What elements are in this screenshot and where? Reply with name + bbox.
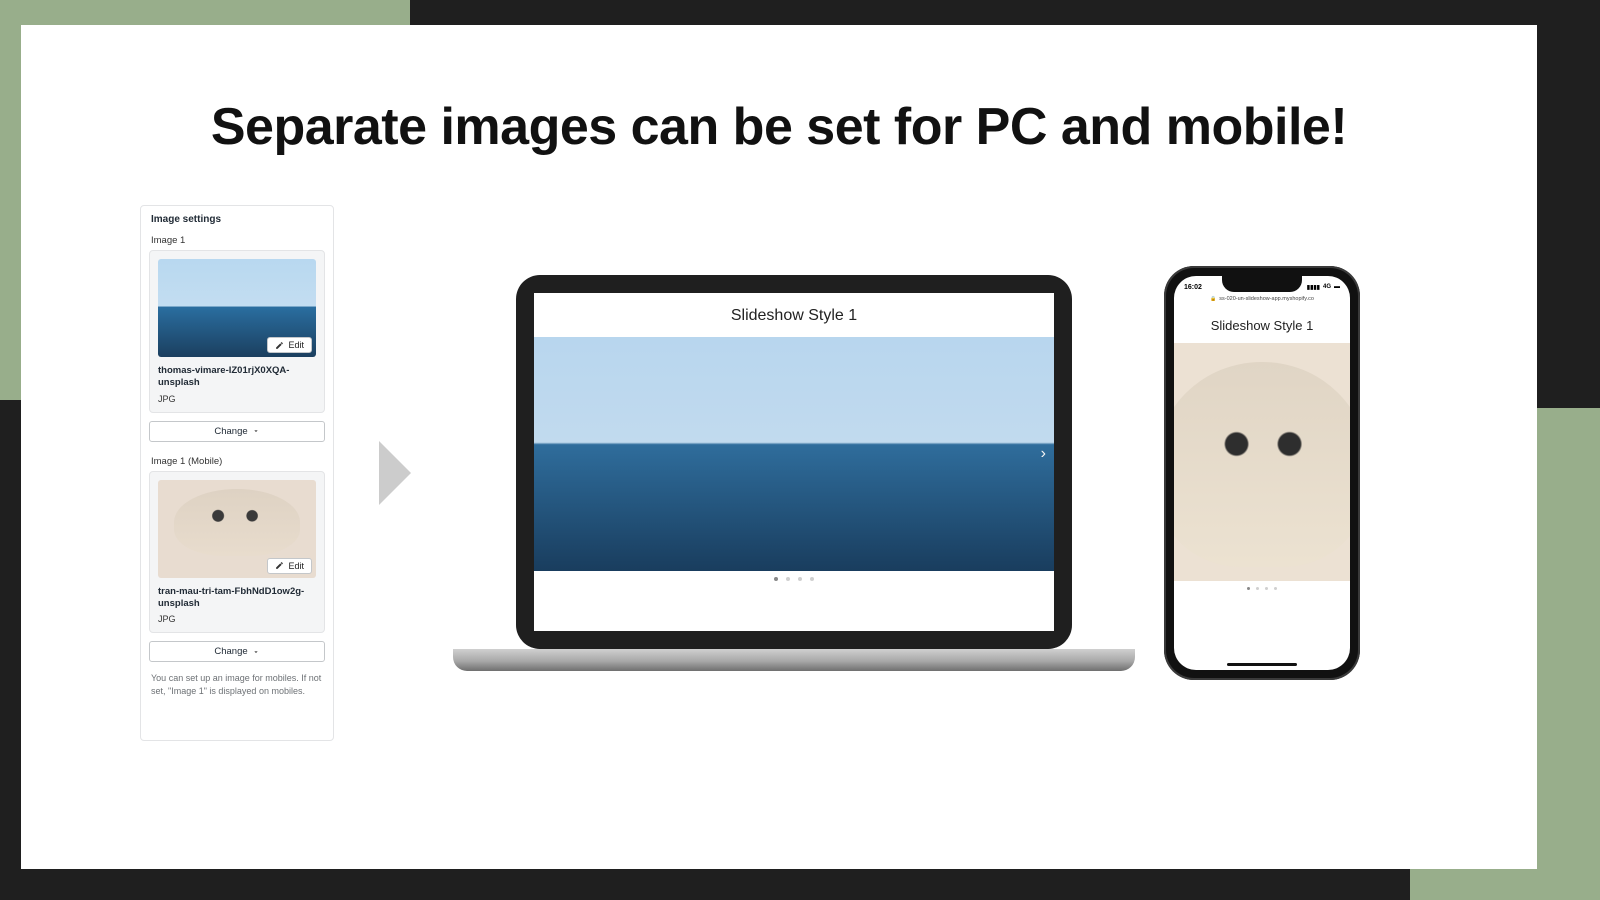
dot-2[interactable] [786, 577, 790, 581]
image1-mobile-edit-button[interactable]: Edit [267, 558, 312, 574]
dot-2[interactable] [1256, 587, 1259, 590]
phone-mockup: 16:02 ▮▮▮▮ 4G ▬ 🔒 ss-020-un-slideshow-ap… [1164, 266, 1360, 680]
laptop-body: Slideshow Style 1 › [516, 275, 1072, 649]
laptop-pagination-dots [534, 571, 1054, 587]
status-time: 16:02 [1184, 284, 1202, 291]
image1-label: Image 1 [141, 229, 333, 248]
arrow-icon [379, 441, 411, 505]
content-card: Separate images can be set for PC and mo… [21, 25, 1537, 869]
image1-edit-button[interactable]: Edit [267, 337, 312, 353]
battery-icon: ▬ [1334, 284, 1340, 290]
laptop-slide-image: › [534, 337, 1054, 571]
laptop-slideshow-title: Slideshow Style 1 [534, 293, 1054, 337]
laptop-base [453, 649, 1135, 671]
dot-1[interactable] [1247, 587, 1250, 590]
next-slide-button[interactable]: › [1041, 445, 1046, 463]
phone-screen: 16:02 ▮▮▮▮ 4G ▬ 🔒 ss-020-un-slideshow-ap… [1174, 276, 1350, 670]
image1-mobile-card: Edit tran-mau-tri-tam-FbhNdD1ow2g-unspla… [149, 471, 325, 634]
lock-icon: 🔒 [1210, 296, 1216, 302]
image1-card: Edit thomas-vimare-IZ01rjX0XQA-unsplash … [149, 250, 325, 413]
pencil-icon [275, 561, 284, 570]
image1-mobile-thumbnail[interactable]: Edit [158, 480, 316, 578]
pencil-icon [275, 341, 284, 350]
laptop-screen: Slideshow Style 1 › [534, 293, 1054, 631]
laptop-mockup: Slideshow Style 1 › [453, 275, 1135, 671]
home-indicator [1227, 663, 1297, 666]
image1-change-button[interactable]: Change [149, 421, 325, 442]
phone-notch [1222, 276, 1302, 292]
url-text: ss-020-un-slideshow-app.myshopify.co [1219, 296, 1314, 302]
image1-mobile-filename: tran-mau-tri-tam-FbhNdD1ow2g-unsplash [158, 578, 316, 611]
phone-slideshow-title: Slideshow Style 1 [1174, 306, 1350, 343]
page-headline: Separate images can be set for PC and mo… [21, 97, 1537, 157]
chevron-down-icon [252, 427, 260, 435]
panel-title: Image settings [141, 206, 333, 229]
change-label: Change [214, 426, 247, 437]
dot-3[interactable] [798, 577, 802, 581]
dot-3[interactable] [1265, 587, 1268, 590]
phone-pagination-dots [1174, 581, 1350, 596]
change-label: Change [214, 646, 247, 657]
edit-label: Edit [288, 340, 304, 350]
dot-4[interactable] [1274, 587, 1277, 590]
image-settings-panel: Image settings Image 1 Edit thomas-vimar… [140, 205, 334, 741]
help-text: You can set up an image for mobiles. If … [141, 670, 333, 704]
dot-4[interactable] [810, 577, 814, 581]
network-label: 4G [1323, 284, 1331, 290]
signal-icon: ▮▮▮▮ [1307, 284, 1320, 291]
dot-1[interactable] [774, 577, 778, 581]
phone-slide-image [1174, 343, 1350, 581]
image1-filetype: JPG [158, 390, 316, 404]
image1-mobile-filetype: JPG [158, 610, 316, 624]
status-icons: ▮▮▮▮ 4G ▬ [1307, 284, 1340, 291]
url-bar: 🔒 ss-020-un-slideshow-app.myshopify.co [1174, 294, 1350, 306]
image1-filename: thomas-vimare-IZ01rjX0XQA-unsplash [158, 357, 316, 390]
image1-mobile-label: Image 1 (Mobile) [141, 450, 333, 469]
chevron-down-icon [252, 648, 260, 656]
image1-mobile-change-button[interactable]: Change [149, 641, 325, 662]
image1-thumbnail[interactable]: Edit [158, 259, 316, 357]
edit-label: Edit [288, 561, 304, 571]
